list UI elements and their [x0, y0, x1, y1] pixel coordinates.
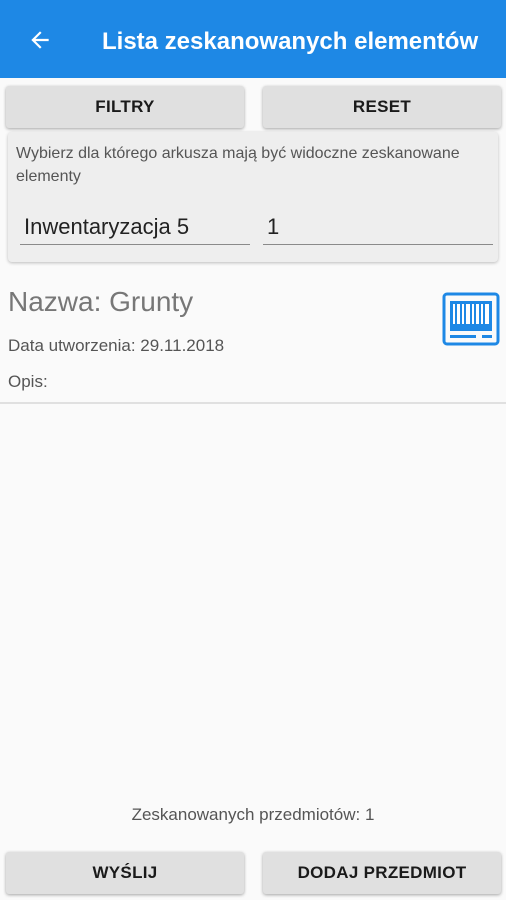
barcode-scanner-icon[interactable] [442, 292, 500, 346]
filter-hint: Wybierz dla którego arkusza mają być wid… [16, 145, 460, 185]
app-screen: Lista zeskanowanych elementów FILTRY RES… [0, 0, 506, 900]
add-item-button[interactable]: DODAJ PRZEDMIOT [263, 852, 501, 894]
scanned-count: Zeskanowanych przedmiotów: 1 [131, 805, 375, 824]
list-item[interactable]: Nazwa: Grunty Data utworzenia: 29.11.201… [0, 280, 506, 404]
app-bar: Lista zeskanowanych elementów [0, 0, 506, 78]
item-name: Nazwa: Grunty [8, 286, 194, 317]
page-title: Lista zeskanowanych elementów [102, 28, 479, 55]
item-created-date: Data utworzenia: 29.11.2018 [8, 336, 225, 355]
item-description: Opis: [8, 372, 48, 391]
arrow-back-icon [31, 31, 49, 49]
filter-panel: Wybierz dla którego arkusza mają być wid… [8, 132, 498, 262]
sheet-number-field[interactable] [263, 210, 493, 245]
sheet-field[interactable] [20, 210, 250, 245]
send-button[interactable]: WYŚLIJ [6, 852, 244, 894]
filter-button[interactable]: FILTRY [6, 86, 244, 128]
back-button[interactable] [22, 22, 58, 58]
reset-button[interactable]: RESET [263, 86, 501, 128]
